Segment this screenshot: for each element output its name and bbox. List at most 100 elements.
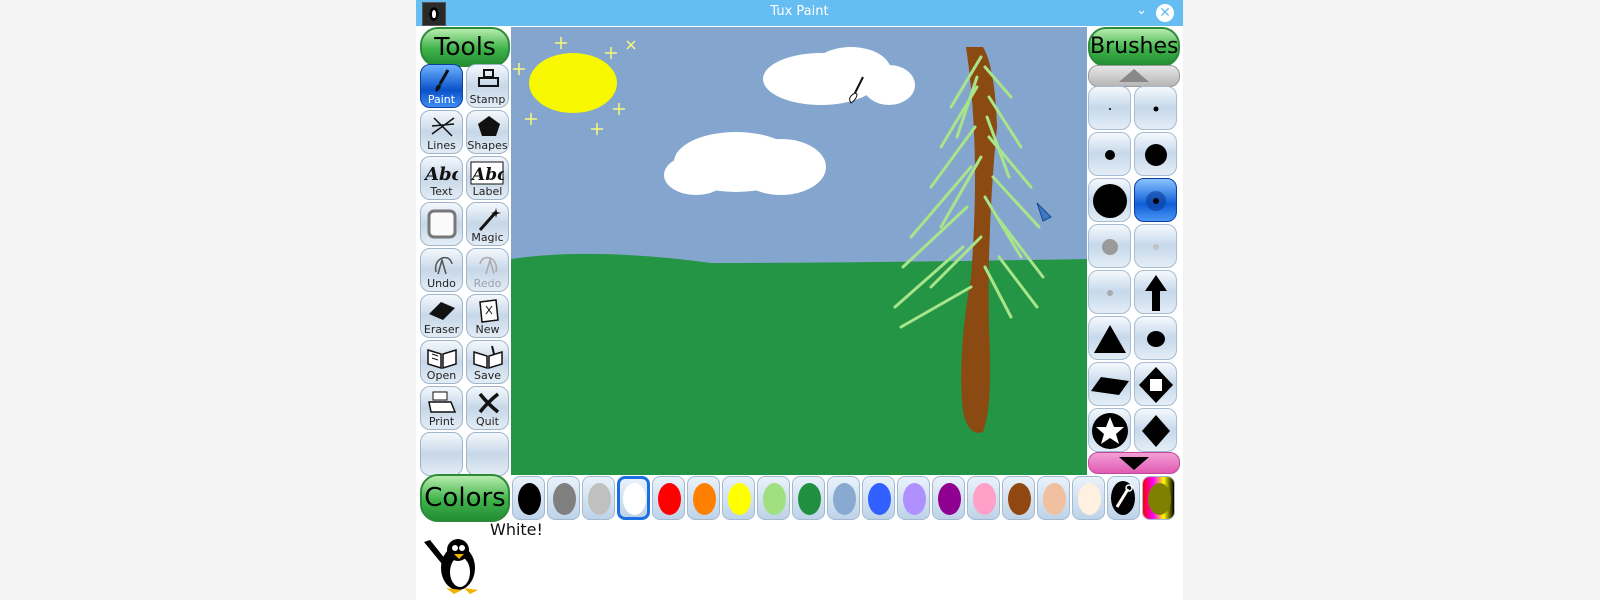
tool-open-button[interactable]: Open xyxy=(420,340,463,384)
tool-stamp-button[interactable]: Stamp xyxy=(466,64,509,108)
window-title: Tux Paint xyxy=(770,4,829,19)
stamp-icon xyxy=(478,69,499,87)
printer-icon xyxy=(428,391,457,413)
color-green[interactable] xyxy=(792,476,825,520)
tux-penguin-icon xyxy=(424,539,478,594)
colors-header: Colors xyxy=(420,474,510,522)
color-yellow[interactable] xyxy=(722,476,755,520)
brushes-scroll-down-button[interactable] xyxy=(1088,452,1180,474)
tool-magic-button[interactable]: Magic xyxy=(466,202,509,246)
color-dark-gray[interactable] xyxy=(547,476,580,520)
quit-x-icon xyxy=(478,392,500,414)
color-blue[interactable] xyxy=(862,476,895,520)
color-black[interactable] xyxy=(512,476,545,520)
drawing-canvas[interactable] xyxy=(511,27,1087,475)
tool-label: Redo xyxy=(473,277,502,290)
tool-label: Lines xyxy=(427,139,456,152)
tool-label: Paint xyxy=(427,93,456,106)
tool-redo-button[interactable]: Redo xyxy=(466,248,509,292)
tool-label-button[interactable]: Abc Label xyxy=(466,156,509,200)
tool-eraser-button[interactable]: Eraser xyxy=(420,294,463,338)
tool-label: Eraser xyxy=(423,323,460,336)
fill-square-icon xyxy=(427,209,457,239)
brush-gray-dot[interactable] xyxy=(1088,224,1131,268)
color-white[interactable] xyxy=(617,476,650,520)
tool-label: Save xyxy=(473,369,501,382)
color-light-gray[interactable] xyxy=(582,476,615,520)
tool-fill-button[interactable] xyxy=(420,202,463,246)
svg-text:Abc: Abc xyxy=(424,164,458,185)
tool-new-button[interactable]: New xyxy=(466,294,509,338)
tool-paint-button[interactable]: Paint xyxy=(420,64,463,108)
up-arrow-icon xyxy=(1119,69,1149,82)
text-abc-icon: Abc xyxy=(424,164,458,185)
tool-lines-button[interactable]: Lines xyxy=(420,110,463,154)
color-lavender[interactable] xyxy=(897,476,930,520)
mouse-pointer-icon xyxy=(1036,202,1052,222)
redo-icon xyxy=(479,256,498,275)
brush-star[interactable] xyxy=(1088,408,1131,452)
color-beige[interactable] xyxy=(1072,476,1105,520)
brushes-header: Brushes xyxy=(1088,27,1180,67)
brush-parallelogram[interactable] xyxy=(1088,362,1131,406)
tools-header: Tools xyxy=(420,27,510,67)
brush-arrow-up[interactable] xyxy=(1134,270,1177,314)
tool-label: Text xyxy=(430,185,453,198)
paintbrush-icon xyxy=(435,69,450,92)
down-arrow-icon xyxy=(1119,457,1149,470)
eyedropper-icon xyxy=(1111,481,1135,515)
tool-shapes-button[interactable]: Shapes xyxy=(466,110,509,154)
brush-faint-dot-2[interactable] xyxy=(1088,270,1131,314)
brush-large-dot[interactable] xyxy=(1134,132,1177,176)
brushes-scroll-up-button[interactable] xyxy=(1088,65,1180,87)
tux-paint-window: Tux Paint ⌄ ✕ Tools Paint Stamp Lines Sh… xyxy=(416,0,1183,600)
tool-undo-button[interactable]: Undo xyxy=(420,248,463,292)
brush-fuzzy-dot[interactable] xyxy=(1134,178,1177,222)
brush-small-dot[interactable] xyxy=(1134,86,1177,130)
tool-print-button[interactable]: Print xyxy=(420,386,463,430)
brush-round-blob[interactable] xyxy=(1134,316,1177,360)
color-brown[interactable] xyxy=(1002,476,1035,520)
color-orange[interactable] xyxy=(687,476,720,520)
tool-label: Label xyxy=(472,185,503,198)
tool-label: Magic xyxy=(471,231,504,244)
brush-triangle[interactable] xyxy=(1088,316,1131,360)
tool-label: Quit xyxy=(476,415,499,428)
brush-diamond[interactable] xyxy=(1134,408,1177,452)
canvas-drawing xyxy=(511,37,1087,475)
label-abc-icon: Abc xyxy=(470,161,504,185)
tool-label: New xyxy=(475,323,500,336)
color-tan[interactable] xyxy=(1037,476,1070,520)
tool-label: Shapes xyxy=(467,139,508,152)
color-pink[interactable] xyxy=(967,476,1000,520)
color-red[interactable] xyxy=(652,476,685,520)
close-window-button[interactable]: ✕ xyxy=(1156,4,1174,22)
brush-huge-dot[interactable] xyxy=(1088,178,1131,222)
color-rainbow-mixer[interactable] xyxy=(1142,476,1175,520)
brush-tiny-dot[interactable] xyxy=(1088,86,1131,130)
tool-empty-slot xyxy=(420,432,463,476)
open-book-icon xyxy=(427,348,457,370)
color-sky-blue[interactable] xyxy=(827,476,860,520)
status-message: White! xyxy=(490,520,543,539)
eraser-icon xyxy=(429,302,455,320)
tool-label: Undo xyxy=(427,277,456,290)
color-picker-button[interactable] xyxy=(1107,476,1140,520)
lines-icon xyxy=(431,117,455,137)
tool-quit-button[interactable]: Quit xyxy=(466,386,509,430)
pentagon-icon xyxy=(478,116,500,136)
color-purple[interactable] xyxy=(932,476,965,520)
sun-drawing xyxy=(513,37,636,135)
new-page-icon xyxy=(479,299,499,323)
magic-wand-icon xyxy=(478,208,501,231)
color-light-green[interactable] xyxy=(757,476,790,520)
svg-text:Abc: Abc xyxy=(470,165,504,185)
tool-label: Stamp xyxy=(469,93,506,106)
brush-diamond-square[interactable] xyxy=(1134,362,1177,406)
brush-faint-dot[interactable] xyxy=(1134,224,1177,268)
minimize-chevron-icon[interactable]: ⌄ xyxy=(1136,3,1147,18)
cloud-drawings xyxy=(664,47,915,195)
brush-medium-dot[interactable] xyxy=(1088,132,1131,176)
tool-text-button[interactable]: Abc Text xyxy=(420,156,463,200)
tool-save-button[interactable]: Save xyxy=(466,340,509,384)
